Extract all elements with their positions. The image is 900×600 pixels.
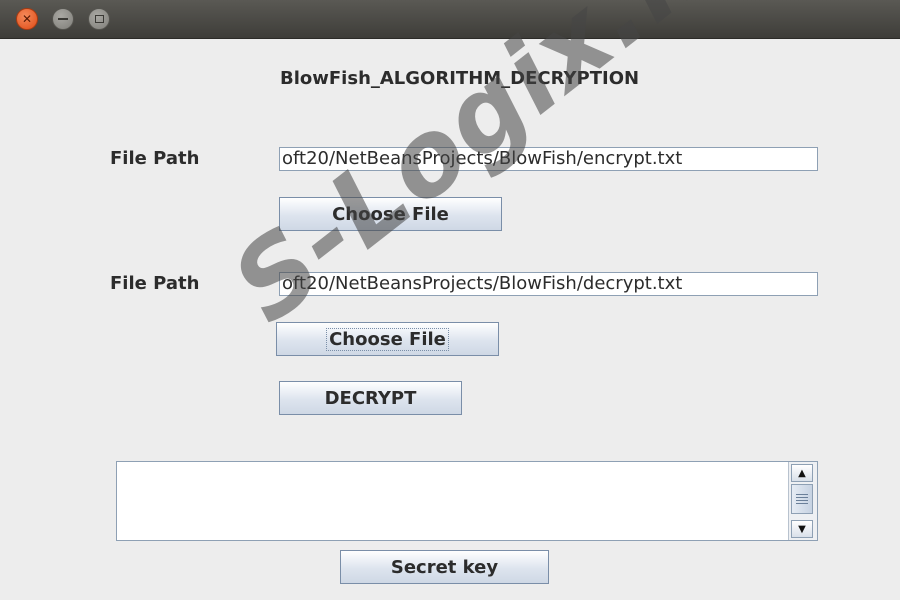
scroll-up-icon[interactable]: ▲ (791, 464, 813, 482)
secret-key-label: Secret key (390, 556, 499, 578)
scroll-thumb[interactable] (791, 484, 813, 514)
file-path-label-2: File Path (110, 273, 200, 294)
secret-key-button[interactable]: Secret key (340, 550, 549, 584)
file-path-label-1: File Path (110, 148, 200, 169)
choose-file-button-2[interactable]: Choose File (276, 322, 499, 356)
file-path-value-1: oft20/NetBeansProjects/BlowFish/encrypt.… (282, 148, 683, 169)
maximize-icon[interactable] (88, 8, 110, 30)
decrypt-label: DECRYPT (324, 387, 417, 409)
choose-file-label-2: Choose File (326, 327, 449, 351)
file-path-value-2: oft20/NetBeansProjects/BlowFish/decrypt.… (282, 273, 683, 294)
file-path-input-2[interactable]: oft20/NetBeansProjects/BlowFish/decrypt.… (279, 272, 818, 296)
result-textarea[interactable]: ▲ ▼ (116, 461, 818, 541)
title-bar: ✕ (0, 0, 900, 39)
scroll-down-icon[interactable]: ▼ (791, 520, 813, 538)
file-path-input-1[interactable]: oft20/NetBeansProjects/BlowFish/encrypt.… (279, 147, 818, 171)
choose-file-label-1: Choose File (332, 203, 449, 225)
decrypt-button[interactable]: DECRYPT (279, 381, 462, 415)
minimize-icon[interactable] (52, 8, 74, 30)
form-title: BlowFish_ALGORITHM_DECRYPTION (280, 68, 640, 89)
close-icon[interactable]: ✕ (16, 8, 38, 30)
app-window: ✕ BlowFish_ALGORITHM_DECRYPTION File Pat… (0, 0, 900, 600)
vertical-scrollbar[interactable]: ▲ ▼ (788, 462, 817, 540)
choose-file-button-1[interactable]: Choose File (279, 197, 502, 231)
